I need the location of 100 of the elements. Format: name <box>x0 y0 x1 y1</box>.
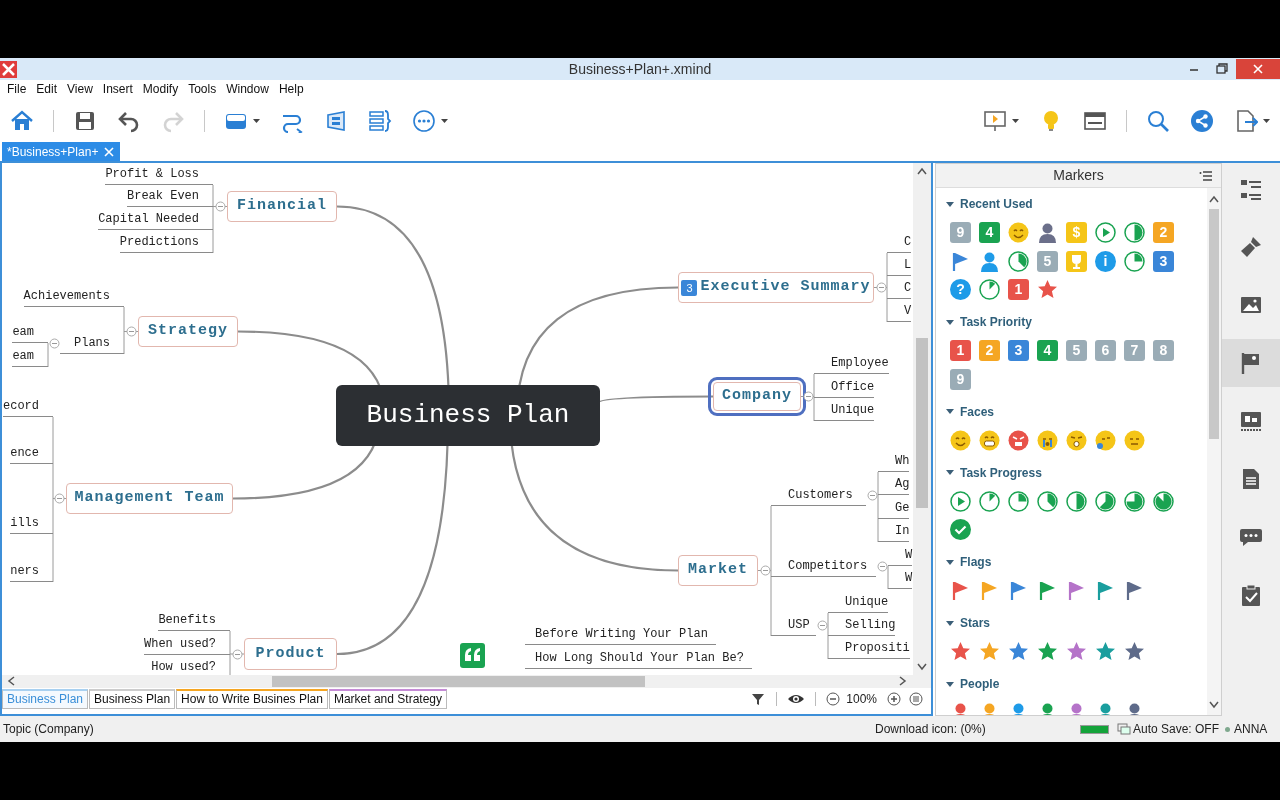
face-icon[interactable] <box>1095 429 1116 451</box>
progress-pie-icon[interactable] <box>979 490 1000 512</box>
collapse-icon[interactable] <box>53 493 65 504</box>
collapse-icon[interactable] <box>802 391 814 402</box>
progress-pie-icon[interactable] <box>1153 490 1174 512</box>
subtopic[interactable]: Office <box>814 376 875 398</box>
central-topic[interactable]: Business Plan <box>336 385 600 446</box>
scroll-up-icon[interactable] <box>917 167 927 175</box>
collapse-icon[interactable] <box>866 489 878 501</box>
menu-item[interactable]: Window <box>221 80 274 98</box>
topic-node[interactable]: Product <box>244 638 337 670</box>
subtopic[interactable]: eam <box>12 321 48 343</box>
scroll-thumb[interactable] <box>1209 209 1219 439</box>
subtopic[interactable]: Unique <box>814 399 875 421</box>
subtopic[interactable]: Capital Needed <box>98 208 213 230</box>
subtopic[interactable]: How Long Should Your Plan Be? <box>525 647 752 669</box>
sheet-tab[interactable]: Market and Strategy <box>328 689 447 709</box>
scroll-up-icon[interactable] <box>1209 195 1219 203</box>
star-icon[interactable] <box>1095 641 1116 662</box>
face-icon[interactable] <box>1037 429 1058 451</box>
subtopic[interactable]: Wh <box>878 450 910 472</box>
face-icon[interactable] <box>1008 429 1029 451</box>
subtopic[interactable]: Achievements <box>23 285 124 307</box>
face-icon[interactable] <box>979 429 1000 451</box>
menu-item[interactable]: Edit <box>31 80 63 98</box>
face-icon[interactable] <box>1066 429 1087 451</box>
sheet-tab[interactable]: How to Write Busines Plan <box>176 689 328 709</box>
section-title[interactable]: Recent Used <box>960 195 1033 213</box>
priority-marker[interactable]: 1 <box>950 340 971 361</box>
star-icon[interactable] <box>1037 641 1058 662</box>
menu-icon[interactable] <box>1199 170 1213 182</box>
subtopic[interactable]: In <box>878 520 910 542</box>
filter-icon[interactable] <box>750 691 767 707</box>
subtopic[interactable]: Predictions <box>119 231 213 253</box>
topic-node[interactable]: 3 Executive Summary <box>678 272 874 303</box>
subtopic[interactable]: Profit & Loss <box>105 163 213 185</box>
zoom-in-icon[interactable] <box>887 692 901 706</box>
progress-pie-icon[interactable] <box>979 279 1000 300</box>
section-title[interactable]: Flags <box>960 553 992 571</box>
subtopic[interactable]: USP <box>771 614 816 636</box>
subtopic[interactable]: Selling <box>828 614 896 636</box>
topic-node[interactable]: Financial <box>227 191 337 222</box>
topic-node[interactable]: Market <box>678 555 758 586</box>
subtopic[interactable]: When used? <box>144 633 230 655</box>
subtopic[interactable]: W <box>888 544 913 566</box>
collapse-icon[interactable] <box>125 326 137 337</box>
star-icon[interactable] <box>1124 641 1145 662</box>
document-tab[interactable]: *Business+Plan+ <box>2 142 121 161</box>
collapse-icon[interactable] <box>231 648 243 660</box>
subtopic[interactable]: Before Writing Your Plan <box>525 623 716 645</box>
collapse-icon[interactable] <box>48 337 60 349</box>
star-icon[interactable] <box>950 641 971 662</box>
section-title[interactable]: Stars <box>960 614 991 632</box>
scroll-left-icon[interactable] <box>7 676 15 686</box>
caret-icon[interactable] <box>946 681 954 687</box>
person-icon[interactable] <box>979 250 1000 272</box>
close-icon[interactable] <box>104 146 115 157</box>
subtopic[interactable]: Propositi <box>828 637 910 659</box>
subtopic[interactable]: Benefits <box>158 609 230 631</box>
subtopic[interactable]: Ag <box>878 473 910 495</box>
progress-pie-icon[interactable] <box>1095 490 1116 512</box>
check-icon[interactable] <box>950 519 971 540</box>
collapse-icon[interactable] <box>214 201 226 212</box>
face-icon[interactable] <box>950 429 971 451</box>
progress-pie-icon[interactable] <box>1124 250 1145 272</box>
menu-item[interactable]: Tools <box>183 80 222 98</box>
collapse-icon[interactable] <box>876 560 888 572</box>
star-icon[interactable] <box>979 641 1000 662</box>
subtopic[interactable]: Unique <box>828 591 889 613</box>
topic-node[interactable]: Strategy <box>138 316 238 347</box>
caret-icon[interactable] <box>946 559 954 565</box>
subtopic[interactable]: Ge <box>878 497 910 519</box>
sheet-tab[interactable]: Business Plan <box>89 689 176 709</box>
progress-pie-icon[interactable] <box>1008 490 1029 512</box>
caret-icon[interactable] <box>946 470 954 475</box>
scroll-right-icon[interactable] <box>899 676 907 686</box>
topic-node[interactable]: Management Team <box>66 483 233 514</box>
subtopic[interactable]: ills <box>10 512 53 534</box>
menu-item[interactable]: File <box>2 80 32 98</box>
subtopic[interactable]: C <box>887 277 912 299</box>
subtopic[interactable]: L <box>887 254 912 276</box>
star-icon[interactable] <box>1008 641 1029 662</box>
subtopic[interactable]: Customers <box>771 484 866 506</box>
subtopic[interactable]: ners <box>10 560 53 582</box>
caret-icon[interactable] <box>946 620 954 626</box>
section-title[interactable]: Faces <box>960 402 995 421</box>
menu-item[interactable]: Insert <box>97 80 138 98</box>
progress-pie-icon[interactable] <box>1124 490 1145 512</box>
progress-pie-icon[interactable] <box>1037 490 1058 512</box>
play-icon[interactable] <box>950 490 971 512</box>
subtopic[interactable]: Break Even <box>127 185 213 207</box>
priority-marker[interactable]: 1 <box>1008 279 1029 300</box>
face-icon[interactable] <box>1124 429 1145 451</box>
star-icon[interactable] <box>1037 279 1058 300</box>
subtopic[interactable]: Plans <box>60 332 124 354</box>
scroll-down-icon[interactable] <box>917 663 927 671</box>
caret-icon[interactable] <box>946 201 954 207</box>
caret-icon[interactable] <box>946 319 954 325</box>
collapse-icon[interactable] <box>816 619 828 631</box>
scroll-thumb[interactable] <box>916 338 928 508</box>
